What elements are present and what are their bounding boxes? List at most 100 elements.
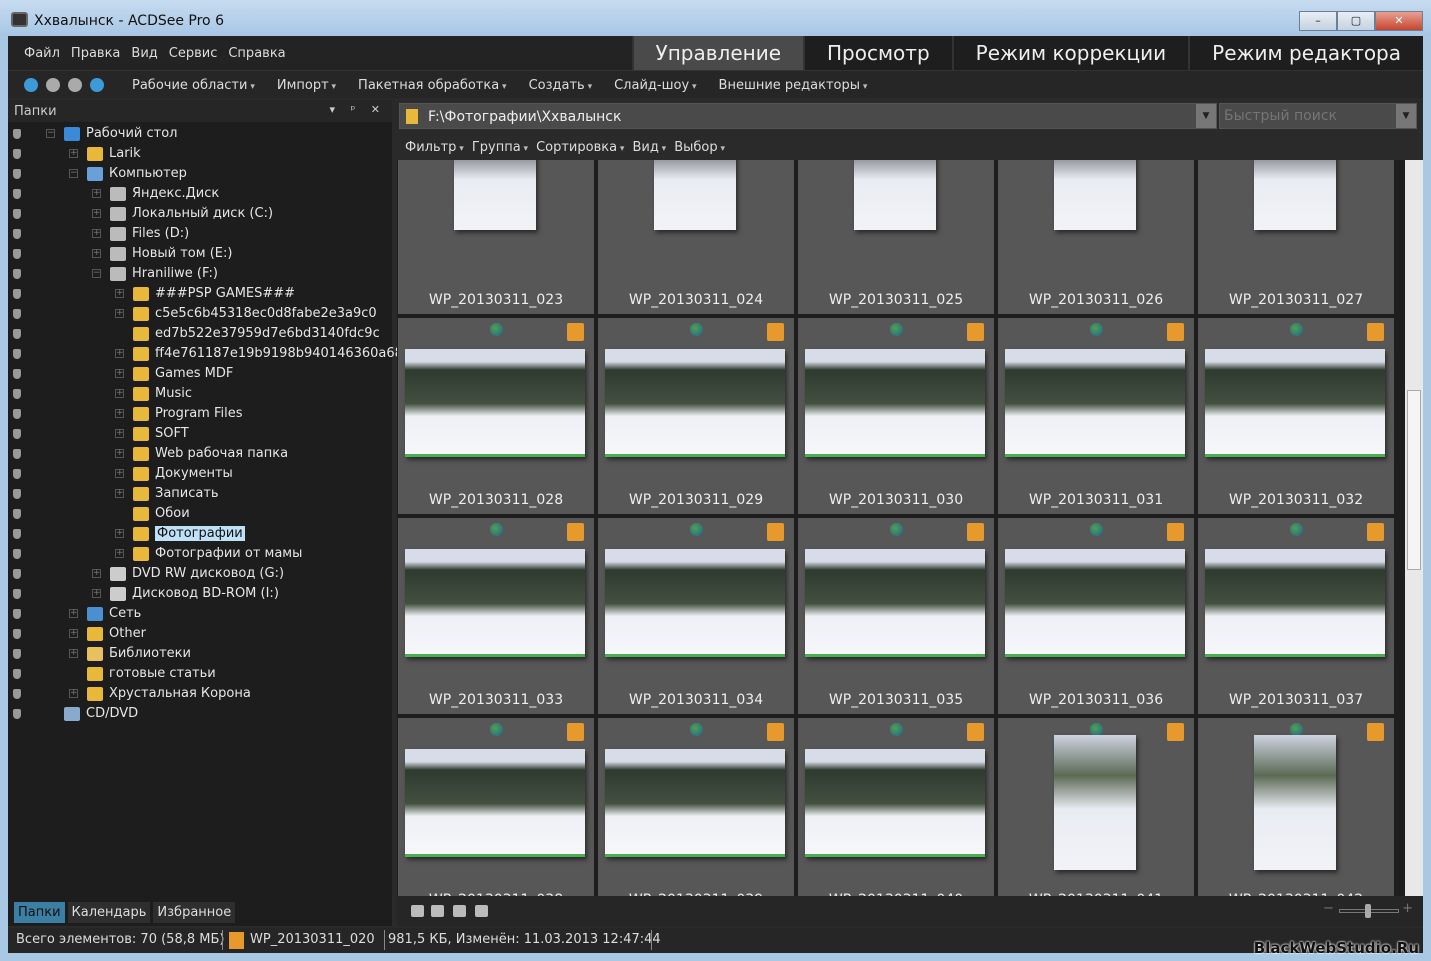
- maximize-button[interactable]: ▢: [1337, 11, 1375, 31]
- tree-marker-icon[interactable]: [13, 229, 21, 239]
- minimize-button[interactable]: –: [1299, 11, 1337, 31]
- tree-item[interactable]: + Библиотеки: [8, 644, 392, 664]
- expand-icon[interactable]: +: [69, 649, 78, 658]
- toolbar-menu[interactable]: Создать: [529, 78, 593, 93]
- toolbar-menu[interactable]: Импорт: [277, 78, 336, 93]
- tree-marker-icon[interactable]: [13, 209, 21, 219]
- tree-marker-icon[interactable]: [13, 189, 21, 199]
- tree-item[interactable]: ed7b522e37959d7e6bd3140fdc9c: [8, 324, 392, 344]
- tab-mode[interactable]: Режим редактора: [1188, 36, 1423, 70]
- expand-icon[interactable]: +: [115, 449, 124, 458]
- menu-item[interactable]: Файл: [24, 46, 60, 61]
- tree-item[interactable]: Обои: [8, 504, 392, 524]
- expand-icon[interactable]: +: [115, 409, 124, 418]
- filter-menu[interactable]: Группа: [472, 140, 528, 155]
- up-icon[interactable]: [90, 78, 104, 92]
- thumbnail[interactable]: WP_20130311_040: [798, 718, 994, 896]
- thumbnail[interactable]: WP_20130311_039: [598, 718, 794, 896]
- expand-icon[interactable]: +: [115, 369, 124, 378]
- tree-item[interactable]: + Фотографии: [8, 524, 392, 544]
- tree-marker-icon[interactable]: [13, 149, 21, 159]
- tree-item[interactable]: + DVD RW дисковод (G:): [8, 564, 392, 584]
- tree-marker-icon[interactable]: [13, 309, 21, 319]
- tree-marker-icon[interactable]: [13, 629, 21, 639]
- expand-icon[interactable]: +: [115, 349, 124, 358]
- tab-mode[interactable]: Просмотр: [803, 36, 952, 70]
- zoom-out-button[interactable]: −: [1323, 901, 1334, 916]
- tree-item[interactable]: + Новый том (E:): [8, 244, 392, 264]
- expand-icon[interactable]: +: [115, 429, 124, 438]
- filter-menu[interactable]: Фильтр: [405, 140, 464, 155]
- back-icon[interactable]: [46, 78, 60, 92]
- tree-marker-icon[interactable]: [13, 429, 21, 439]
- panel-tab[interactable]: Избранное: [153, 902, 236, 923]
- tree-marker-icon[interactable]: [13, 249, 21, 259]
- compare-icon[interactable]: [475, 905, 488, 917]
- tree-item[interactable]: готовые статьи: [8, 664, 392, 684]
- tree-marker-icon[interactable]: [13, 389, 21, 399]
- expand-icon[interactable]: +: [69, 149, 78, 158]
- expand-icon[interactable]: +: [115, 389, 124, 398]
- collapse-icon[interactable]: −: [46, 129, 55, 138]
- tree-item[interactable]: + Документы: [8, 464, 392, 484]
- thumbnail[interactable]: WP_20130311_025: [798, 160, 994, 314]
- zoom-in-button[interactable]: +: [1402, 901, 1413, 916]
- thumbnail[interactable]: WP_20130311_027: [1198, 160, 1394, 314]
- tree-item[interactable]: + Larik: [8, 144, 392, 164]
- filter-menu[interactable]: Сортировка: [536, 140, 624, 155]
- menu-item[interactable]: Сервис: [169, 46, 218, 61]
- expand-icon[interactable]: +: [92, 589, 101, 598]
- slideshow-icon[interactable]: [411, 905, 424, 917]
- tree-item[interactable]: CD/DVD: [8, 704, 392, 724]
- tree-marker-icon[interactable]: [13, 329, 21, 339]
- expand-icon[interactable]: +: [92, 189, 101, 198]
- expand-icon[interactable]: +: [92, 229, 101, 238]
- search-input[interactable]: [1220, 104, 1390, 128]
- tree-item[interactable]: + Сеть: [8, 604, 392, 624]
- scrollbar-thumb[interactable]: [1407, 390, 1421, 570]
- thumbnail[interactable]: WP_20130311_028: [398, 318, 594, 514]
- tab-mode[interactable]: Режим коррекции: [951, 36, 1189, 70]
- home-icon[interactable]: [24, 78, 38, 92]
- slider-handle[interactable]: [1365, 904, 1371, 918]
- rotate-right-icon[interactable]: [453, 905, 466, 917]
- thumbnail[interactable]: WP_20130311_030: [798, 318, 994, 514]
- tree-item[interactable]: + Яндекс.Диск: [8, 184, 392, 204]
- tree-marker-icon[interactable]: [13, 589, 21, 599]
- expand-icon[interactable]: +: [115, 469, 124, 478]
- thumbnail[interactable]: WP_20130311_036: [998, 518, 1194, 714]
- panel-tab[interactable]: Календарь: [67, 902, 151, 923]
- tree-item[interactable]: + Фотографии от мамы: [8, 544, 392, 564]
- tree-marker-icon[interactable]: [13, 449, 21, 459]
- menu-item[interactable]: Вид: [131, 46, 157, 61]
- tree-marker-icon[interactable]: [13, 569, 21, 579]
- panel-tab[interactable]: Папки: [14, 902, 65, 923]
- tree-item[interactable]: + Хрустальная Корона: [8, 684, 392, 704]
- tree-marker-icon[interactable]: [13, 709, 21, 719]
- expand-icon[interactable]: +: [115, 529, 124, 538]
- tree-marker-icon[interactable]: [13, 349, 21, 359]
- expand-icon[interactable]: +: [115, 489, 124, 498]
- thumbnail[interactable]: WP_20130311_041: [998, 718, 1194, 896]
- tree-marker-icon[interactable]: [13, 609, 21, 619]
- tree-item[interactable]: + SOFT: [8, 424, 392, 444]
- expand-icon[interactable]: +: [69, 629, 78, 638]
- forward-icon[interactable]: [68, 78, 82, 92]
- tree-marker-icon[interactable]: [13, 489, 21, 499]
- tree-marker-icon[interactable]: [13, 369, 21, 379]
- tree-item[interactable]: + Games MDF: [8, 364, 392, 384]
- expand-icon[interactable]: +: [115, 549, 124, 558]
- tree-item[interactable]: + Дисковод BD-ROM (I:): [8, 584, 392, 604]
- tree-marker-icon[interactable]: [13, 689, 21, 699]
- vertical-scrollbar[interactable]: [1405, 160, 1423, 896]
- toolbar-menu[interactable]: Рабочие области: [132, 78, 255, 93]
- chevron-down-icon[interactable]: ▼: [1196, 104, 1216, 128]
- tree-item[interactable]: + Program Files: [8, 404, 392, 424]
- tree-marker-icon[interactable]: [13, 529, 21, 539]
- collapse-icon[interactable]: −: [92, 269, 101, 278]
- thumbnail[interactable]: WP_20130311_024: [598, 160, 794, 314]
- expand-icon[interactable]: +: [92, 569, 101, 578]
- thumbnail[interactable]: WP_20130311_031: [998, 318, 1194, 514]
- tree-marker-icon[interactable]: [13, 289, 21, 299]
- tree-marker-icon[interactable]: [13, 669, 21, 679]
